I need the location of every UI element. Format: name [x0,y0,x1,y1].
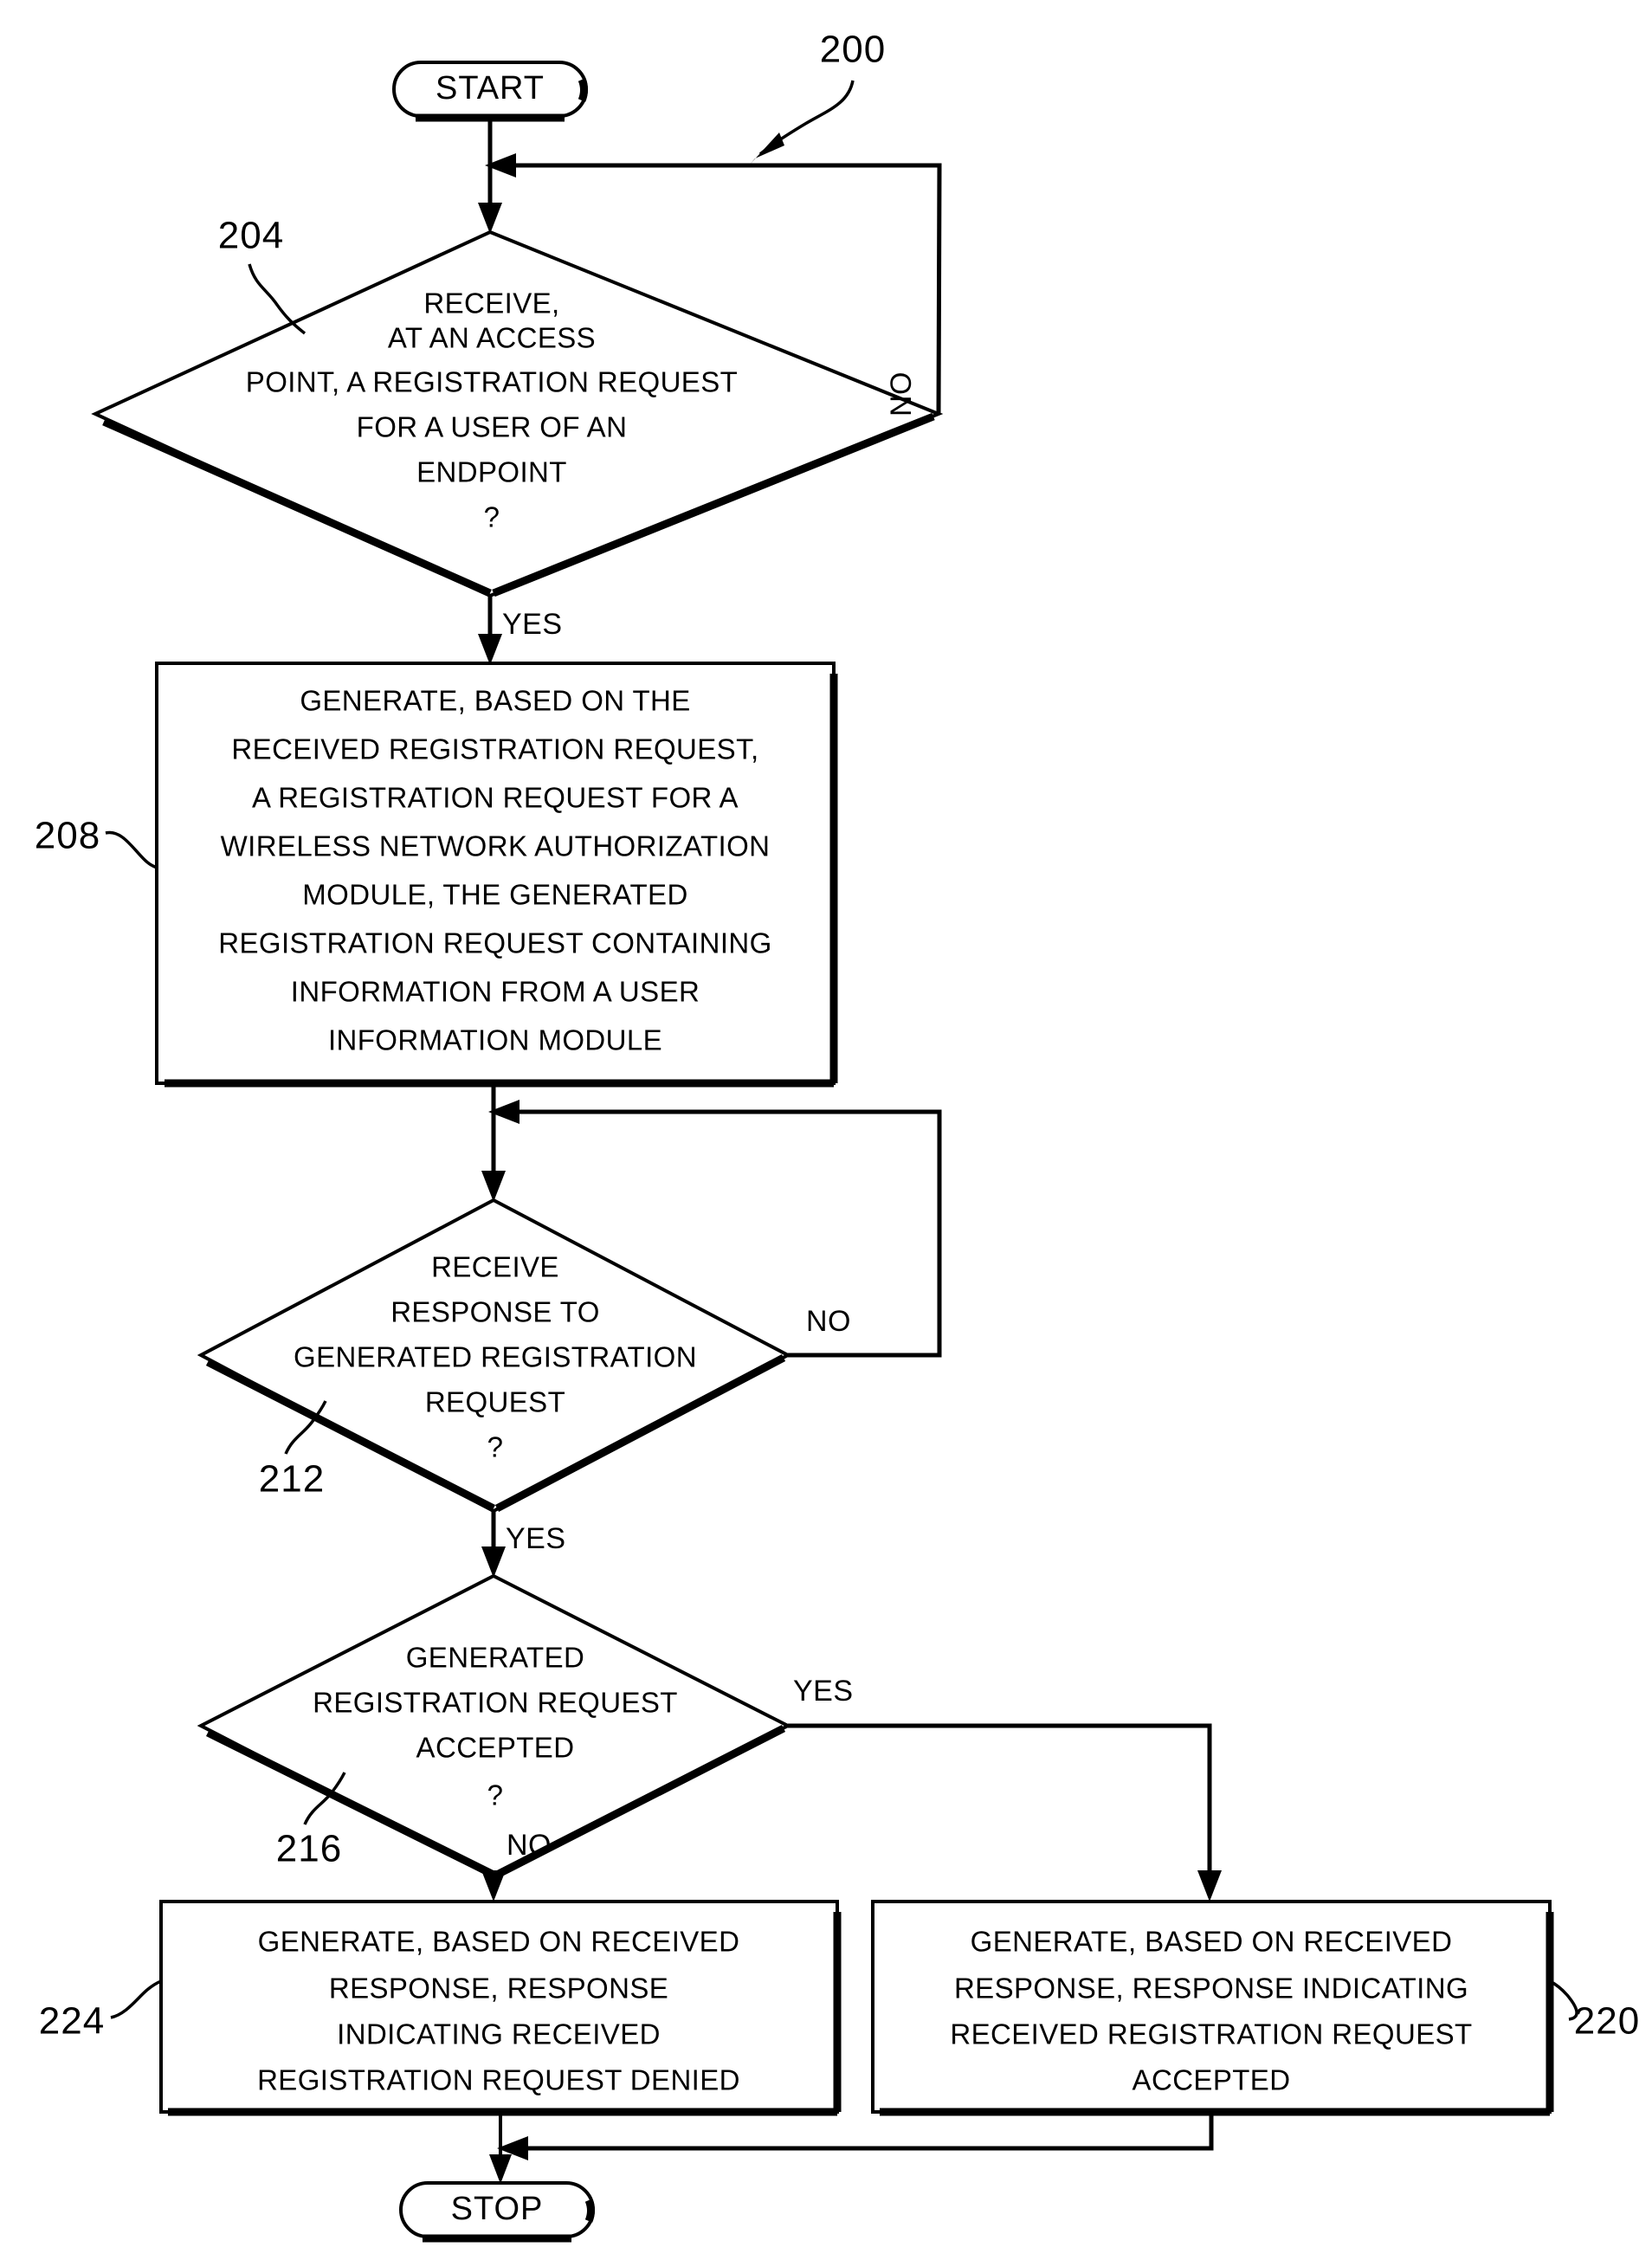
decision-212-line-3: GENERATED REGISTRATION [294,1341,697,1373]
process-220-line-4: ACCEPTED [1133,2064,1291,2096]
ref-220-leader [1549,1979,1578,2021]
flowchart-diagram: 200 START RECEIVE, AT AN ACCESS POINT, A… [35,29,1640,2243]
branch-212-yes: YES [481,1511,566,1578]
process-224-line-1: GENERATE, BASED ON RECEIVED [258,1926,740,1958]
process-224-line-2: RESPONSE, RESPONSE [329,1973,668,2005]
decision-204-line-2: AT AN ACCESS [388,322,596,354]
branch-216-yes-path [788,1723,1212,1886]
process-208-line-7: INFORMATION FROM A USER [291,976,700,1008]
ref-224-leader [110,1979,162,2019]
ref-label-204: 204 [218,215,307,335]
process-208-line-8: INFORMATION MODULE [328,1024,662,1056]
ref-208-text: 208 [35,815,100,857]
connector-start-to-204 [478,116,502,234]
connector-start-arrowhead [478,203,502,234]
branch-216-yes-label: YES [793,1675,854,1708]
decision-212-line-2: RESPONSE TO [390,1296,600,1328]
ref-224-text: 224 [39,2000,105,2043]
decision-212-line-5: ? [487,1431,504,1463]
branch-204-no-label: NO [885,371,918,416]
ref-label-208: 208 [35,815,158,869]
process-208-line-2: RECEIVED REGISTRATION REQUEST, [231,733,758,765]
process-220-line-1: GENERATE, BASED ON RECEIVED [971,1926,1453,1958]
process-220-line-3: RECEIVED REGISTRATION REQUEST [950,2018,1472,2050]
decision-216-line-2: REGISTRATION REQUEST [313,1687,678,1719]
ref-216-text: 216 [276,1828,342,1870]
branch-212-yes-arrowhead [481,1546,506,1578]
stop-terminator: STOP [399,2181,595,2243]
decision-212-line-1: RECEIVE [431,1251,559,1283]
process-208-line-5: MODULE, THE GENERATED [302,879,687,911]
branch-216-no-label: NO [507,1829,552,1862]
figure-reference-label: 200 [820,29,886,71]
start-terminator-shadow-right [578,78,588,102]
decision-204-line-3: POINT, A REGISTRATION REQUEST [246,366,738,398]
process-224-line-4: REGISTRATION REQUEST DENIED [257,2064,740,2096]
process-208: GENERATE, BASED ON THE RECEIVED REGISTRA… [155,662,838,1088]
branch-212-yes-label: YES [506,1522,566,1555]
decision-204-line-4: FOR A USER OF AN [357,411,628,443]
connector-220-to-stop [497,2112,1214,2160]
ref-label-220: 220 [1549,1979,1640,2043]
process-208-shape [155,662,836,1085]
process-220: GENERATE, BASED ON RECEIVED RESPONSE, RE… [871,1900,1554,2116]
branch-204-yes-label: YES [502,608,563,641]
ref-label-212: 212 [259,1400,327,1501]
branch-216-yes-arrowhead [1197,1870,1222,1902]
branch-212-no-label: NO [806,1305,851,1338]
decision-216-line-3: ACCEPTED [416,1732,575,1764]
decision-204: RECEIVE, AT AN ACCESS POINT, A REGISTRAT… [91,229,944,598]
stop-label: STOP [451,2191,544,2227]
ref-212-text: 212 [259,1458,325,1501]
decision-204-line-6: ? [484,501,500,533]
process-220-line-2: RESPONSE, RESPONSE INDICATING [954,1973,1468,2005]
patent-figure: 200 START RECEIVE, AT AN ACCESS POINT, A… [0,0,1652,2260]
stop-terminator-shadow-right [584,2199,595,2223]
figure-reference-200: 200 [750,29,886,165]
figure-reference-arrowhead [750,132,784,165]
ref-208-leader [105,830,158,869]
connector-208-to-212 [481,1083,506,1202]
connector-208-212-arrowhead [481,1171,506,1202]
branch-216-no-arrowhead [481,1870,506,1902]
connector-224-stop-arrowhead [489,2154,512,2184]
ref-204-text: 204 [218,215,284,257]
process-224: GENERATE, BASED ON RECEIVED RESPONSE, RE… [159,1900,842,2116]
decision-204-line-5: ENDPOINT [416,456,567,488]
process-224-line-3: INDICATING RECEIVED [337,2018,661,2050]
branch-204-yes: YES [478,596,563,665]
decision-216-line-1: GENERATED [406,1642,585,1674]
ref-label-224: 224 [39,1979,162,2043]
process-208-line-6: REGISTRATION REQUEST CONTAINING [218,927,771,959]
start-label: START [436,70,545,107]
decision-216-line-4: ? [487,1779,504,1811]
process-208-line-3: A REGISTRATION REQUEST FOR A [252,782,739,814]
start-terminator: START [392,61,588,122]
process-208-line-1: GENERATE, BASED ON THE [300,685,690,717]
branch-216-yes: YES [788,1675,1222,1902]
connector-220-merge-path [511,2112,1214,2151]
branch-204-yes-arrowhead [478,634,502,665]
process-208-line-4: WIRELESS NETWORK AUTHORIZATION [221,830,771,862]
decision-212-line-4: REQUEST [425,1386,565,1418]
decision-204-line-1: RECEIVE, [423,287,559,320]
ref-220-text: 220 [1574,2000,1640,2043]
